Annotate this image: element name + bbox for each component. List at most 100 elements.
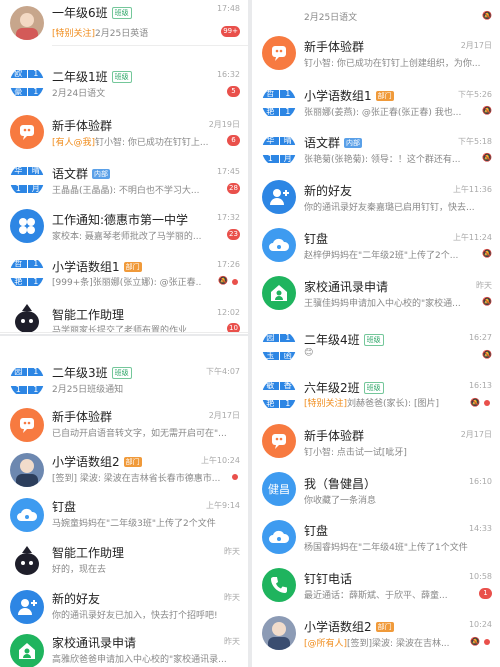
group-avatar: 园1玉函: [262, 330, 296, 364]
chat-row[interactable]: 华晴1月 语文群 内部 王晶晶(王晶晶): 不明白也不学习大... 17:45 2…: [0, 155, 248, 201]
chat-preview: 钉小智: 你已成功在钉钉上创建组织，为你...: [304, 59, 481, 69]
unread-badge: 5: [227, 86, 240, 97]
mute-icon: 🔕: [482, 11, 492, 20]
assistant-avatar: [10, 544, 44, 578]
chat-row[interactable]: 新的好友 你的通讯录好友秦嘉璐已启用钉钉，快去... 上午11:36: [252, 174, 500, 220]
chat-row[interactable]: 小学语数组2 部门 [签到] 梁波: 梁波在吉林省长春市德惠市... 上午10:2…: [0, 449, 248, 495]
chat-row[interactable]: 家校通讯录申请 高雅欣爸爸申请加入中心校的"家校通讯录... 昨天: [0, 630, 248, 667]
chat-preview: 你的通讯录好友已加入，快去打个招呼吧!: [52, 611, 218, 621]
mute-icon: 🔕: [470, 637, 480, 646]
chat-row[interactable]: 欧1豪1 二年级1班 班级 2月24日语文 16:32 5: [0, 46, 248, 100]
group-tag: 部门: [375, 622, 394, 632]
chat-row[interactable]: 园111 二年级3班 班级 2月25日班级通知 下午4:07: [0, 358, 248, 404]
chat-row[interactable]: 钉盘 赵梓伊妈妈在"二年级2班"上传了2个... 上午11:24 🔕: [252, 222, 500, 268]
chat-title: 智能工作助理: [52, 308, 125, 322]
chat-time: 10:24: [468, 620, 492, 629]
chat-row[interactable]: 家校通讯录申请 王骥佳妈妈申请加入中心校的"家校通... 昨天 🔕: [252, 270, 500, 316]
chat-row[interactable]: 敏香艳1 六年级2班 班级 [特别关注]刘赫爸爸(家长): [图片] 16:13 …: [252, 372, 500, 418]
mute-icon: 🔕: [218, 276, 228, 285]
chat-preview: 😊: [304, 348, 314, 358]
mute-icon: 🔕: [470, 398, 480, 407]
chat-row[interactable]: 钉盘 马婉童妈妈在"二年级3班"上传了2个文件 上午9:14: [0, 494, 248, 540]
chat-row[interactable]: 哲1艳1 小学语数组1 部门 [999+条]张丽娜(张立娜): @张正春... 1…: [0, 250, 248, 296]
chat-title: 小学语数组1 部门: [52, 260, 142, 274]
work-notice-icon: [10, 209, 44, 243]
chat-title: 语文群 内部: [52, 167, 111, 181]
chat-title: 小学语数组2 部门: [304, 620, 394, 634]
chat-row[interactable]: 新手体验群 [有人@我]钉小智: 你已成功在钉钉上... 2月19日 6: [0, 107, 248, 153]
cloud-drive-icon: [262, 228, 296, 262]
group-chat-icon: [10, 408, 44, 442]
chat-row[interactable]: 钉钉电话 最近通话：薛斯斌、于欣平、薛童... 10:58 1: [252, 562, 500, 608]
chat-row[interactable]: 钉盘 杨国睿妈妈在"二年级4班"上传了1个文件 14:33: [252, 514, 500, 560]
chat-time: 下午5:18: [458, 137, 492, 146]
chat-row[interactable]: 新手体验群 已自动开启语音转文字，如无需开启可在"... 2月17日: [0, 404, 248, 450]
chat-preview: 张艳菊(张艳菊): 领导：！这个群还有...: [304, 155, 461, 165]
cloud-drive-icon: [262, 520, 296, 554]
chat-preview: 2月24日语文: [52, 89, 106, 99]
chat-row[interactable]: 新的好友 你的通讯录好友已加入，快去打个招呼吧! 昨天: [0, 586, 248, 632]
chat-time: 17:48: [216, 4, 240, 13]
unread-badge: 99+: [221, 26, 240, 37]
chat-title: 新手体验群: [52, 410, 113, 424]
chat-preview: [有人@我]钉小智: 你已成功在钉钉上...: [52, 138, 209, 148]
chat-row[interactable]: 智能工作助理 马学丽家长提交了老师布置的作业 12:02 10: [0, 296, 248, 334]
chat-row[interactable]: 新手体验群 钉小智: 点击试一试[呲牙] 2月17日: [252, 418, 500, 464]
avatar: [10, 6, 44, 40]
unread-dot: [484, 639, 490, 645]
mute-icon: 🔕: [482, 106, 492, 115]
chat-row[interactable]: 园1玉函 二年级4班 班级 😊 16:27 🔕: [252, 324, 500, 370]
chat-time: 上午11:24: [452, 233, 492, 242]
chat-preview: 你的通讯录好友秦嘉璐已启用钉钉，快去...: [304, 203, 475, 213]
chat-preview: [特别关注]刘赫爸爸(家长): [图片]: [304, 399, 439, 409]
chat-title: 新的好友: [304, 184, 353, 198]
chat-list-panel-1: 一年级6班 班级 [特别关注]2月25日英语 17:48 99+ 欧1豪1 二年级…: [0, 0, 248, 334]
chat-time: 下午4:07: [206, 367, 240, 376]
chat-preview: 赵梓伊妈妈在"二年级2班"上传了2个...: [304, 251, 459, 261]
mute-icon: 🔕: [482, 297, 492, 306]
group-tag: 内部: [92, 169, 111, 179]
chat-title: 新手体验群: [52, 119, 113, 133]
chat-time: 上午11:36: [452, 185, 492, 194]
chat-row[interactable]: 工作通知:德惠市第一中学 家校本: 聂嘉琴老师批改了马学丽的... 17:32 …: [0, 203, 248, 249]
chat-time: 17:45: [216, 167, 240, 176]
group-avatar: 哲1艳1: [262, 86, 296, 120]
chat-title: 新的好友: [52, 592, 101, 606]
avatar: 健昌: [262, 472, 296, 506]
chat-title: 钉盘: [52, 500, 77, 514]
group-chat-icon: [262, 424, 296, 458]
chat-row[interactable]: 健昌 我（鲁健昌） 你收藏了一条消息 16:10: [252, 466, 500, 512]
chat-preview: 2月25日语文: [304, 13, 358, 23]
chat-title: 钉钉电话: [304, 572, 353, 586]
chat-row[interactable]: 一年级6班 班级 [特别关注]2月25日英语 17:48 99+: [0, 0, 248, 46]
chat-time: 17:32: [216, 213, 240, 222]
chat-row[interactable]: 华晴1月 语文群 内部 张艳菊(张艳菊): 领导：！这个群还有... 下午5:18…: [252, 127, 500, 173]
chat-preview: 家校本: 聂嘉琴老师批改了马学丽的...: [52, 232, 202, 242]
chat-preview: 最近通话：薛斯斌、于欣平、薛童...: [304, 591, 448, 601]
group-avatar: 华晴1月: [262, 133, 296, 167]
contacts-apply-icon: [262, 276, 296, 310]
chat-title: 家校通讯录申请: [304, 280, 389, 294]
group-tag: 班级: [111, 7, 132, 19]
chat-preview: 已自动开启语音转文字，如无需开启可在"...: [52, 429, 227, 439]
chat-time: 昨天: [476, 281, 492, 290]
chat-time: 2月17日: [460, 430, 492, 439]
chat-preview: [@所有人][签到]梁波: 梁波在吉林...: [304, 639, 450, 649]
chat-title: 智能工作助理: [52, 546, 125, 560]
chat-row[interactable]: 新手体验群 钉小智: 你已成功在钉钉上创建组织，为你... 2月17日: [252, 32, 500, 78]
unread-badge: 1: [479, 588, 492, 599]
chat-preview: [特别关注]2月25日英语: [52, 29, 149, 39]
chat-title: 小学语数组2 部门: [52, 455, 142, 469]
group-tag: 班级: [363, 382, 384, 394]
chat-row[interactable]: 2月25日语文 🔕: [252, 0, 500, 28]
chat-time: 10:58: [468, 572, 492, 581]
mute-icon: 🔕: [482, 249, 492, 258]
chat-preview: [999+条]张丽娜(张立娜): @张正春...: [52, 278, 202, 288]
chat-row[interactable]: 哲1艳1 小学语数组1 部门 张丽娜(姜燕): @张正春(张正春) 我也... 下…: [252, 80, 500, 126]
contacts-apply-icon: [10, 634, 44, 667]
chat-row[interactable]: 智能工作助理 好的，现在去 昨天: [0, 540, 248, 586]
chat-time: 昨天: [224, 547, 240, 556]
chat-time: 12:02: [216, 308, 240, 317]
avatar: [10, 453, 44, 487]
chat-row[interactable]: 小学语数组2 部门 [@所有人][签到]梁波: 梁波在吉林... 10:24 🔕: [252, 610, 500, 656]
